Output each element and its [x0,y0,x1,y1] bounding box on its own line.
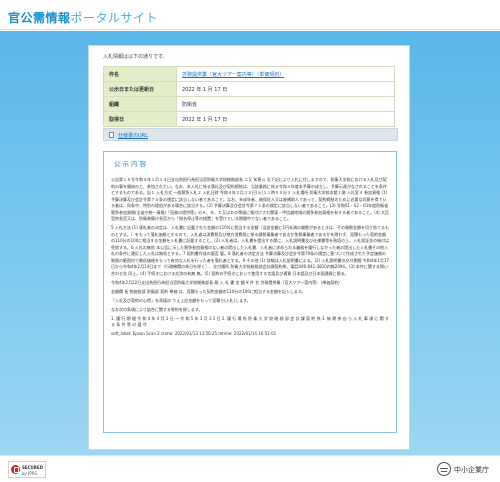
agency-emblem-icon [437,462,451,476]
table-row: 組織 防衛省 [103,96,395,112]
table-row: 公示日または更新日 2022 年 1 月 17 日 [103,81,395,97]
notice-paragraph: 5 入札方法 (1) 落札者の決定は、入札書に記載された金額の110%に相当する… [111,225,390,276]
notice-paragraph: 「入札及び契約の心得」を承諾の うえ上記金額をもって見積り(入札)します。 [111,297,251,303]
site-title-main: 官公需情報 [8,11,71,25]
row-key-date: 公示日または更新日 [103,81,177,97]
table-row: 件名 労務提供業（官大ツアー案内等）（単価契約） [103,66,395,82]
spec-url-link[interactable]: 仕様書のURL [118,132,148,139]
notice-paragraph: soft_label: Epson Scan 2 ctime: 2022/01/… [111,331,277,336]
notice-paragraph: 1. 履 行 期 間 令 和 4 年 4 月 1 日 ～ 令 和 5 年 3 月… [111,315,389,328]
lock-icon [11,465,20,474]
site-header: 官公需情報ポータルサイト [0,0,500,30]
row-value-title: 労務提供業（官大ツアー案内等）（単価契約） [176,66,395,82]
spec-url-bar: 仕様書のURL [103,128,398,141]
notice-paragraph: 公告第１８号令和４年１月１４日支出負担行為担当官防衛大学校総務部長 二又 知恵公… [111,177,390,221]
site-title-sub: ポータルサイト [70,11,159,25]
site-footer: SECURED by JPRS 中小企業庁 [0,455,500,482]
jprs-security-badge[interactable]: SECURED by JPRS [8,461,46,478]
title-link[interactable]: 労務提供業（官大ツアー案内等）（単価契約） [182,72,284,78]
row-value-acquired: 2022 年 1 月 17 日 [176,111,395,127]
notice-paragraph: 令和4年2月22日支出負担行為担当官防衛大学校総務部長 殿 入 札 書 金 額 … [111,279,343,285]
badge-line1: SECURED [22,465,43,470]
notice-paragraph: なお次の条項により談合に関する誓約を致します。 [111,306,203,312]
document-icon [109,132,114,138]
notice-content-box: 公示内容 公告第１８号令和４年１月１４日支出負担行為担当官防衛大学校総務部長 二… [103,151,397,433]
row-key-acquired: 取得日 [103,111,177,127]
notice-content-body: 公告第１８号令和４年１月１４日支出負担行為担当官防衛大学校総務部長 二又 知恵公… [111,177,390,340]
row-value-date: 2022 年 1 月 17 日 [176,81,395,97]
row-value-org: 防衛省 [176,96,395,112]
notice-content-title: 公示内容 [114,160,148,168]
row-key-org: 組織 [103,96,177,112]
sme-agency-logo[interactable]: 中小企業庁 [437,462,493,476]
intro-text: 入札情報は以下の通りです。 [103,54,168,60]
notice-paragraph: 金額欄 長 物価各部 防衛部 契約 単価 は、見積もった契約金額の110分の10… [111,288,306,294]
site-title[interactable]: 官公需情報ポータルサイト [8,9,158,26]
table-row: 取得日 2022 年 1 月 17 日 [103,111,395,127]
row-key-title: 件名 [103,66,177,82]
bid-info-table: 件名 労務提供業（官大ツアー案内等）（単価契約） 公示日または更新日 2022 … [103,66,395,127]
agency-name: 中小企業庁 [454,466,489,474]
badge-line2: by JPRS [22,471,38,476]
